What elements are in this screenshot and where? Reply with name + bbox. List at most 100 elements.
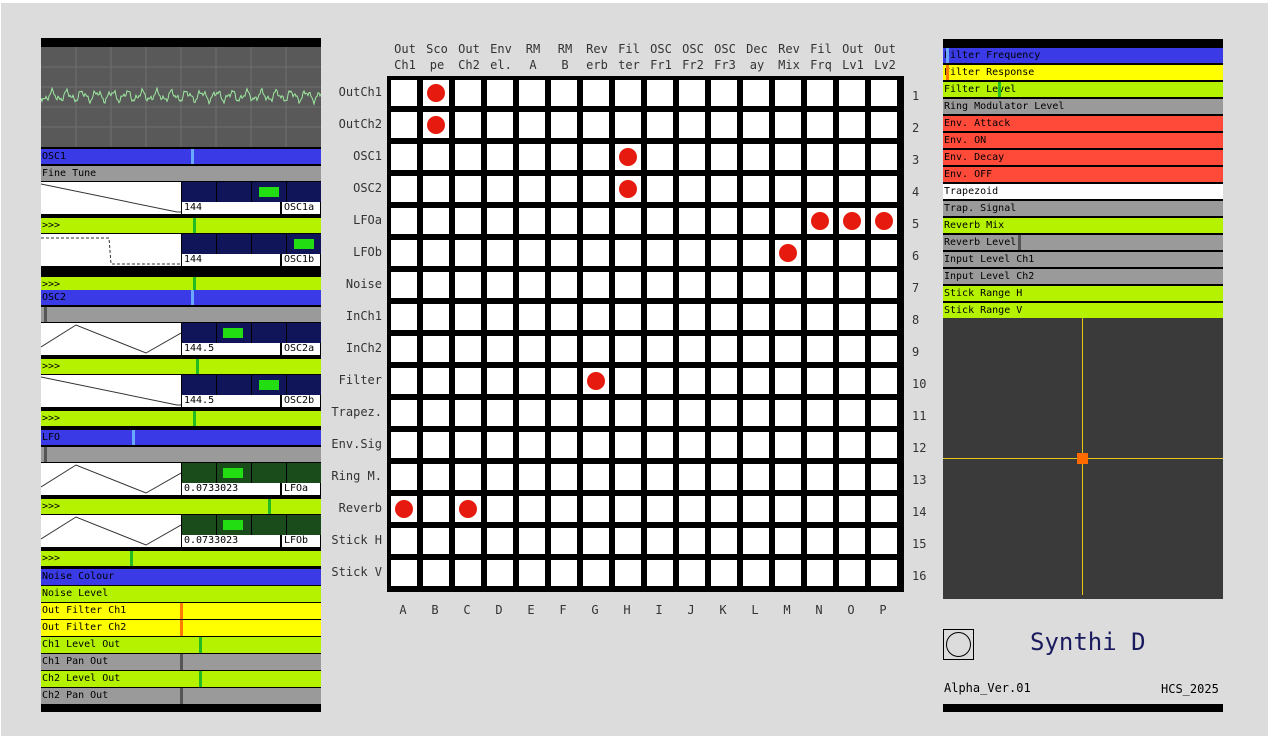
patch-cell-k15[interactable] (711, 528, 737, 554)
patch-cell-a16[interactable] (391, 560, 417, 586)
patch-cell-a9[interactable] (391, 336, 417, 362)
control-reverb-level[interactable]: Reverb Level (943, 235, 1223, 250)
patch-cell-d3[interactable] (487, 144, 513, 170)
control-trapezoid[interactable]: Trapezoid (943, 184, 1223, 199)
patch-cell-l11[interactable] (743, 400, 769, 426)
patch-cell-e15[interactable] (519, 528, 545, 554)
patch-cell-n4[interactable] (807, 176, 833, 202)
patch-cell-b3[interactable] (423, 144, 449, 170)
patch-pin[interactable] (875, 212, 893, 230)
patch-cell-o15[interactable] (839, 528, 865, 554)
patch-cell-j3[interactable] (679, 144, 705, 170)
row-fine-tune-1[interactable]: Fine Tune (41, 166, 321, 181)
patch-cell-n15[interactable] (807, 528, 833, 554)
patch-cell-n16[interactable] (807, 560, 833, 586)
slider-indicator[interactable] (180, 688, 183, 704)
patch-cell-h15[interactable] (615, 528, 641, 554)
row-blank-2[interactable]: >>> (41, 218, 321, 233)
patch-cell-d5[interactable] (487, 208, 513, 234)
joystick-pad[interactable] (943, 318, 1223, 599)
patch-cell-g3[interactable] (583, 144, 609, 170)
slider-indicator[interactable] (998, 82, 1001, 97)
row-ch2-pan-out-19[interactable]: Ch2 Pan Out (41, 688, 321, 704)
patch-cell-j2[interactable] (679, 112, 705, 138)
slider-indicator[interactable] (946, 48, 949, 63)
patch-cell-a8[interactable] (391, 304, 417, 330)
patch-cell-j4[interactable] (679, 176, 705, 202)
patch-cell-m13[interactable] (775, 464, 801, 490)
patch-cell-b12[interactable] (423, 432, 449, 458)
patch-cell-d12[interactable] (487, 432, 513, 458)
row-blank-11[interactable]: >>> (41, 551, 321, 566)
slider-indicator[interactable] (193, 411, 196, 426)
row-ch1-pan-out-17[interactable]: Ch1 Pan Out (41, 654, 321, 670)
patch-cell-i10[interactable] (647, 368, 673, 394)
patch-cell-o3[interactable] (839, 144, 865, 170)
patch-cell-c1[interactable] (455, 80, 481, 106)
patch-cell-p4[interactable] (871, 176, 897, 202)
patch-pin[interactable] (843, 212, 861, 230)
patch-cell-j9[interactable] (679, 336, 705, 362)
patch-cell-e5[interactable] (519, 208, 545, 234)
slider-indicator[interactable] (191, 290, 194, 305)
patch-cell-p9[interactable] (871, 336, 897, 362)
patch-cell-n11[interactable] (807, 400, 833, 426)
slider-indicator[interactable] (44, 307, 47, 322)
patch-cell-b13[interactable] (423, 464, 449, 490)
patch-cell-c4[interactable] (455, 176, 481, 202)
patch-pin[interactable] (811, 212, 829, 230)
patch-cell-g1[interactable] (583, 80, 609, 106)
slider-indicator[interactable] (44, 447, 47, 462)
value-field-osc2a[interactable]: 144.5 (181, 343, 281, 356)
patch-cell-k9[interactable] (711, 336, 737, 362)
patch-cell-j10[interactable] (679, 368, 705, 394)
patch-cell-k6[interactable] (711, 240, 737, 266)
patch-cell-h3[interactable] (615, 144, 641, 170)
patch-cell-i6[interactable] (647, 240, 673, 266)
patch-pin[interactable] (427, 84, 445, 102)
patch-cell-k1[interactable] (711, 80, 737, 106)
patch-cell-h11[interactable] (615, 400, 641, 426)
patch-cell-j7[interactable] (679, 272, 705, 298)
patch-cell-e1[interactable] (519, 80, 545, 106)
patch-cell-l9[interactable] (743, 336, 769, 362)
patch-cell-a13[interactable] (391, 464, 417, 490)
patch-cell-n5[interactable] (807, 208, 833, 234)
patch-cell-h7[interactable] (615, 272, 641, 298)
patch-cell-b1[interactable] (423, 80, 449, 106)
patch-cell-g4[interactable] (583, 176, 609, 202)
patch-cell-o10[interactable] (839, 368, 865, 394)
control-reverb-mix[interactable]: Reverb Mix (943, 218, 1223, 233)
patch-cell-i14[interactable] (647, 496, 673, 522)
patch-cell-b11[interactable] (423, 400, 449, 426)
patch-cell-n14[interactable] (807, 496, 833, 522)
patch-cell-c15[interactable] (455, 528, 481, 554)
patch-cell-m14[interactable] (775, 496, 801, 522)
control-env-off[interactable]: Env. OFF (943, 167, 1223, 182)
patch-cell-m1[interactable] (775, 80, 801, 106)
control-stick-range-h[interactable]: Stick Range H (943, 286, 1223, 301)
patch-cell-p15[interactable] (871, 528, 897, 554)
patch-cell-f10[interactable] (551, 368, 577, 394)
slider-indicator[interactable] (196, 359, 199, 374)
patch-cell-j12[interactable] (679, 432, 705, 458)
patch-cell-p5[interactable] (871, 208, 897, 234)
patch-cell-a14[interactable] (391, 496, 417, 522)
patch-cell-f9[interactable] (551, 336, 577, 362)
patch-cell-d2[interactable] (487, 112, 513, 138)
patch-cell-i15[interactable] (647, 528, 673, 554)
patch-cell-k14[interactable] (711, 496, 737, 522)
patch-cell-e7[interactable] (519, 272, 545, 298)
patch-cell-b15[interactable] (423, 528, 449, 554)
patch-cell-p6[interactable] (871, 240, 897, 266)
patch-cell-k4[interactable] (711, 176, 737, 202)
patch-cell-p11[interactable] (871, 400, 897, 426)
patch-pin[interactable] (779, 244, 797, 262)
patch-cell-l1[interactable] (743, 80, 769, 106)
patch-cell-o14[interactable] (839, 496, 865, 522)
patch-cell-o16[interactable] (839, 560, 865, 586)
patch-cell-d13[interactable] (487, 464, 513, 490)
patch-cell-p14[interactable] (871, 496, 897, 522)
slider-indicator[interactable] (1018, 235, 1021, 250)
patch-cell-f16[interactable] (551, 560, 577, 586)
